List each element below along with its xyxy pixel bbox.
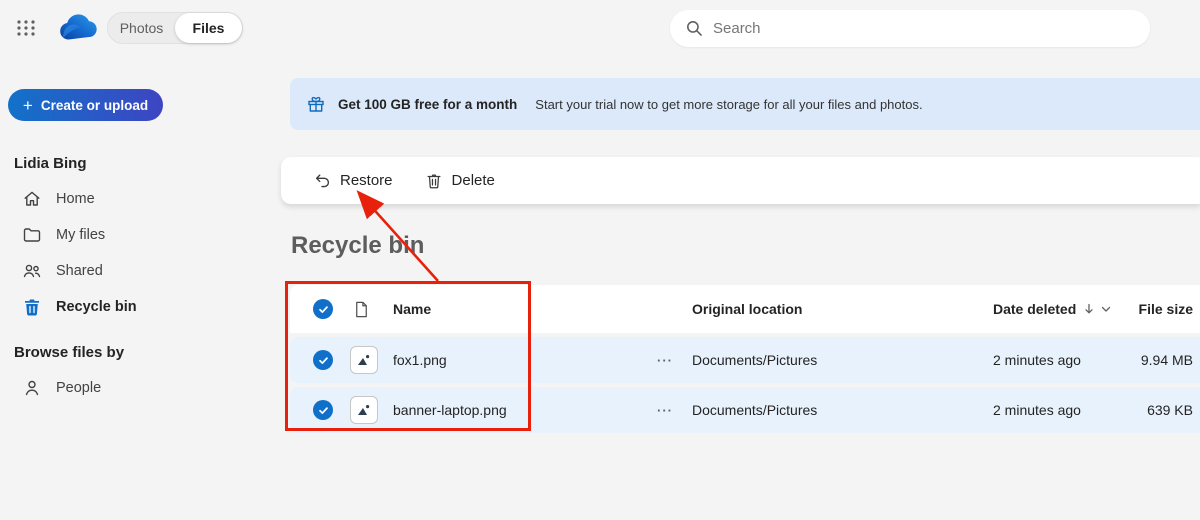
file-original-location: Documents/Pictures xyxy=(692,402,818,418)
column-header-original-location[interactable]: Original location xyxy=(692,285,802,333)
image-icon xyxy=(358,355,370,365)
column-header-date-deleted[interactable]: Date deleted xyxy=(993,285,1112,333)
more-options-button[interactable]: ··· xyxy=(653,337,677,383)
page-title: Recycle bin xyxy=(291,232,425,259)
promo-title: Get 100 GB free for a month xyxy=(338,96,518,112)
sidebar-item-recycle-bin[interactable]: Recycle bin xyxy=(8,289,238,325)
account-name: Lidia Bing xyxy=(14,155,87,172)
row-checkbox[interactable] xyxy=(313,387,333,433)
sidebar-item-my-files[interactable]: My files xyxy=(8,217,238,253)
promo-subtitle: Start your trial now to get more storage… xyxy=(535,96,923,112)
sidebar-item-home[interactable]: Home xyxy=(8,181,238,217)
select-all-checkbox[interactable] xyxy=(313,285,333,333)
image-icon xyxy=(358,405,370,415)
toggle-files[interactable]: Files xyxy=(175,13,242,43)
trash-outline-icon xyxy=(427,174,441,188)
restore-button[interactable]: Restore xyxy=(301,166,405,196)
checkbox-checked-icon xyxy=(313,299,333,319)
sidebar-item-label: Home xyxy=(56,191,95,207)
file-type-column-icon xyxy=(352,285,374,333)
file-size: 639 KB xyxy=(1147,402,1193,418)
file-original-location: Documents/Pictures xyxy=(692,352,818,368)
chevron-down-icon[interactable] xyxy=(1100,303,1112,315)
sidebar-item-label: People xyxy=(56,380,102,396)
onedrive-logo-icon[interactable] xyxy=(56,11,98,45)
column-header-file-size[interactable]: File size xyxy=(1139,285,1193,333)
person-icon xyxy=(25,380,39,396)
people-icon xyxy=(23,264,41,278)
file-thumbnail xyxy=(350,337,378,383)
browse-files-by-header: Browse files by xyxy=(14,344,125,361)
file-date-deleted: 2 minutes ago xyxy=(993,352,1081,368)
sidebar-item-label: Shared xyxy=(56,263,103,279)
search-input[interactable] xyxy=(713,20,1093,37)
search-icon xyxy=(687,21,702,36)
column-header-name[interactable]: Name xyxy=(393,285,431,333)
photos-files-toggle: Photos Files xyxy=(107,12,243,44)
table-row[interactable]: banner-laptop.png ··· Documents/Pictures… xyxy=(290,387,1200,433)
app-launcher-icon[interactable] xyxy=(16,18,36,38)
file-size: 9.94 MB xyxy=(1140,352,1193,368)
checkbox-checked-icon xyxy=(313,350,333,370)
top-bar: Photos Files xyxy=(0,0,1200,56)
restore-undo-icon xyxy=(315,173,330,187)
table-row[interactable]: fox1.png ··· Documents/Pictures 2 minute… xyxy=(290,337,1200,383)
document-icon xyxy=(356,301,367,317)
sort-descending-arrow-icon xyxy=(1085,303,1093,314)
file-date-deleted: 2 minutes ago xyxy=(993,402,1081,418)
date-deleted-label: Date deleted xyxy=(993,301,1077,317)
command-toolbar: Restore Delete xyxy=(281,157,1200,204)
create-or-upload-label: Create or upload xyxy=(40,97,149,113)
delete-button[interactable]: Delete xyxy=(413,166,507,196)
file-thumbnail xyxy=(350,387,378,433)
sidebar-item-label: Recycle bin xyxy=(56,299,137,315)
storage-promo-banner[interactable]: Get 100 GB free for a month Start your t… xyxy=(290,78,1200,130)
file-name[interactable]: banner-laptop.png xyxy=(393,387,507,433)
sidebar-item-people[interactable]: People xyxy=(8,370,238,406)
more-options-button[interactable]: ··· xyxy=(653,387,677,433)
row-checkbox[interactable] xyxy=(313,337,333,383)
delete-label: Delete xyxy=(451,172,495,189)
trash-filled-icon xyxy=(25,299,39,316)
checkbox-checked-icon xyxy=(313,400,333,420)
toggle-photos[interactable]: Photos xyxy=(108,20,175,36)
plus-icon: + xyxy=(22,95,33,115)
restore-label: Restore xyxy=(340,172,393,189)
gift-icon xyxy=(308,96,324,112)
file-name[interactable]: fox1.png xyxy=(393,337,447,383)
folder-icon xyxy=(23,228,41,242)
sidebar-item-label: My files xyxy=(56,227,106,243)
search-bar[interactable] xyxy=(670,10,1150,47)
home-icon xyxy=(24,191,40,206)
sidebar-item-shared[interactable]: Shared xyxy=(8,253,238,289)
table-header-row: Name Original location Date deleted File… xyxy=(290,285,1200,333)
create-or-upload-button[interactable]: + Create or upload xyxy=(8,89,163,121)
